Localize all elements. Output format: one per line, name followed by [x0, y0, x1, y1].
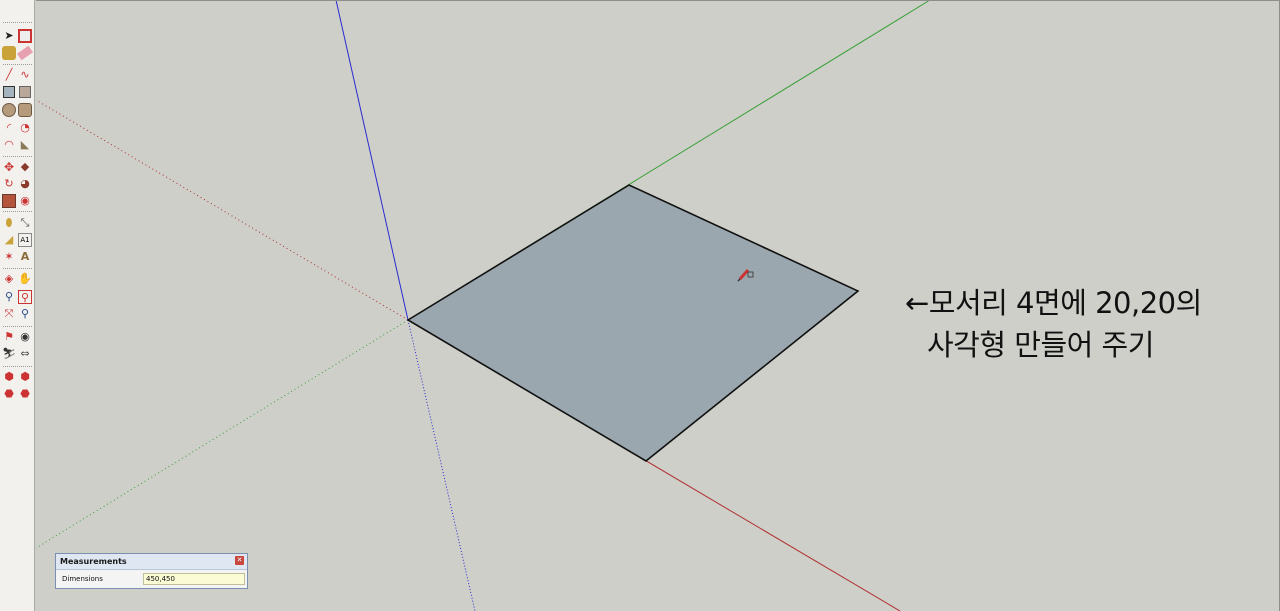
measurements-title: Measurements	[60, 557, 127, 566]
eraser-tool-icon[interactable]	[16, 45, 34, 61]
select-tool-icon[interactable]: ➤	[2, 29, 16, 43]
toolbar-separator	[3, 64, 32, 65]
rectangle-tool-icon[interactable]	[3, 86, 15, 98]
dimension-tool-icon[interactable]: ⤡	[18, 216, 32, 230]
polygon-tool-icon[interactable]	[18, 103, 32, 117]
annotation-line-2: 사각형 만들어 주기	[927, 328, 1154, 362]
toolbar-separator	[3, 211, 32, 212]
blue-axis-positive	[335, 0, 409, 321]
toolbar-separator	[3, 156, 32, 157]
move-tool-icon[interactable]: ✥	[2, 160, 16, 174]
arc-tool-icon[interactable]: ◜	[2, 121, 16, 135]
green-axis-negative	[36, 319, 409, 549]
rotate-tool-icon[interactable]: ↻	[2, 177, 16, 191]
dimensions-input[interactable]: 450,450	[143, 573, 245, 585]
position-camera-tool-icon[interactable]: ⚑	[2, 330, 16, 344]
toolbar-separator	[3, 326, 32, 327]
3d-text-tool-icon[interactable]: A	[18, 250, 32, 264]
dimensions-row: Dimensions 450,450	[56, 570, 247, 589]
share-model-tool-icon[interactable]: ⬢	[18, 370, 32, 384]
tool-palette: ➤ ╱ ∿ ◜ ◔ ◠ ◣ ✥ ◆ ↻ ◕ ◉ ⬮ ⤡ ◢ A1 ✶ A ◈ ✋…	[0, 0, 35, 611]
warehouse-tool-icon[interactable]: ⬢	[2, 370, 16, 384]
pie-tool-icon[interactable]: ◔	[18, 121, 32, 135]
pan-tool-icon[interactable]: ✋	[18, 272, 32, 286]
walk-tool-icon[interactable]: ⛷	[2, 347, 16, 361]
extension-warehouse-tool-icon[interactable]: ⬣	[2, 387, 16, 401]
three-point-arc-tool-icon[interactable]: ◠	[2, 138, 16, 152]
close-icon[interactable]: ✕	[235, 556, 244, 565]
section-plane-tool-icon[interactable]: ⇔	[18, 347, 32, 361]
annotation-line-1: ←모서리 4면에 20,20의	[905, 286, 1202, 320]
line-tool-icon[interactable]: ╱	[2, 68, 16, 82]
measurements-titlebar[interactable]: Measurements ✕	[56, 554, 247, 570]
tape-measure-tool-icon[interactable]: ⬮	[2, 216, 16, 230]
make-component-tool-icon[interactable]	[18, 29, 32, 43]
toolbar-separator	[3, 22, 32, 23]
text-tool-icon[interactable]: A1	[18, 233, 32, 247]
zoom-tool-icon[interactable]: ⚲	[2, 290, 16, 304]
dimensions-label: Dimensions	[62, 575, 103, 583]
scale-tool-icon[interactable]	[2, 194, 16, 208]
rotated-rectangle-tool-icon[interactable]	[19, 86, 31, 98]
push-pull-tool-icon[interactable]: ◆	[18, 160, 32, 174]
paint-bucket-tool-icon[interactable]	[2, 46, 16, 60]
toolbar-separator	[3, 268, 32, 269]
toolbar-separator	[3, 366, 32, 367]
measurements-panel: Measurements ✕ Dimensions 450,450	[55, 553, 248, 589]
two-point-arc-tool-icon[interactable]: ◣	[18, 138, 32, 152]
previous-view-tool-icon[interactable]: ⚲	[18, 307, 32, 321]
circle-tool-icon[interactable]	[2, 103, 16, 117]
protractor-tool-icon[interactable]: ◢	[2, 233, 16, 247]
look-around-tool-icon[interactable]: ◉	[18, 330, 32, 344]
extension-manager-tool-icon[interactable]: ⬣	[18, 387, 32, 401]
rectangle-face[interactable]	[406, 184, 860, 462]
orbit-tool-icon[interactable]: ◈	[2, 272, 16, 286]
freehand-tool-icon[interactable]: ∿	[18, 68, 32, 82]
axes-tool-icon[interactable]: ✶	[2, 250, 16, 264]
blue-axis-negative	[407, 319, 476, 611]
follow-me-tool-icon[interactable]: ◕	[18, 177, 32, 191]
offset-tool-icon[interactable]: ◉	[18, 194, 32, 208]
instruction-annotation: ←모서리 4면에 20,20의 사각형 만들어 주기	[905, 282, 1275, 366]
zoom-extents-tool-icon[interactable]: ⤧	[2, 307, 16, 321]
red-axis-negative	[36, 99, 409, 321]
zoom-window-tool-icon[interactable]: ⚲	[18, 290, 32, 304]
